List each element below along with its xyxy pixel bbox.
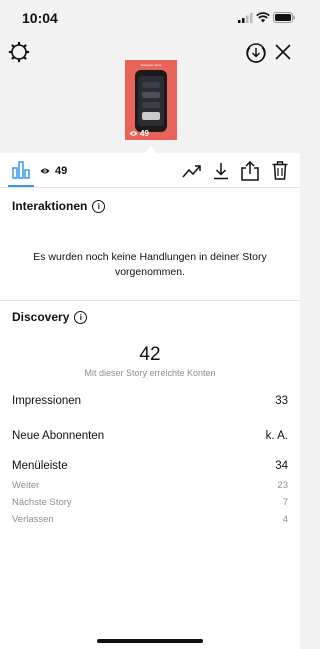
- interactions-empty-message: Es wurden noch keine Handlungen in deine…: [33, 251, 267, 278]
- save-story-button[interactable]: [245, 42, 267, 64]
- close-button[interactable]: [274, 43, 292, 61]
- new-followers-label: Neue Abonnenten: [12, 430, 105, 442]
- trash-icon[interactable]: [272, 161, 288, 180]
- menu-item-value: 4: [282, 514, 288, 525]
- insights-toolbar: 49: [0, 153, 300, 187]
- thumbnail-view-count: 49: [129, 129, 149, 138]
- new-followers-row: Neue Abonnenten k. A.: [12, 430, 288, 442]
- impressions-label: Impressionen: [12, 395, 82, 407]
- menu-item-label: Weiter: [12, 480, 40, 491]
- impressions-row: Impressionen 33: [12, 395, 288, 407]
- settings-button[interactable]: [8, 41, 30, 63]
- view-count[interactable]: 49: [55, 165, 67, 177]
- new-followers-value: k. A.: [265, 430, 288, 442]
- menu-bar-row: Menüleiste 34: [12, 460, 288, 472]
- reach-value: 42: [139, 344, 161, 365]
- list-item: Weiter 23: [12, 480, 288, 491]
- interactions-heading: Interaktionen i: [12, 199, 106, 213]
- eye-icon: [129, 131, 138, 136]
- status-time: 10:04: [22, 10, 58, 26]
- list-item: Verlassen 4: [12, 514, 288, 525]
- download-icon[interactable]: [213, 162, 229, 180]
- close-icon: [275, 44, 291, 60]
- thumbnail-pointer: [145, 146, 157, 153]
- interactions-title: Interaktionen: [12, 199, 88, 213]
- thumbnail-header: instagram story: [140, 63, 162, 67]
- trending-up-icon[interactable]: [182, 163, 202, 179]
- battery-icon: [273, 12, 295, 23]
- menu-item-value: 23: [277, 480, 288, 491]
- menu-bar-value: 34: [275, 460, 288, 472]
- status-bar: 10:04: [0, 0, 300, 34]
- download-circle-icon: [246, 43, 266, 63]
- signal-icon: [238, 13, 253, 23]
- insights-panel: 49 Interaktionen i Es wurden noch keine …: [0, 153, 300, 649]
- divider: [0, 300, 300, 301]
- list-item: Nächste Story 7: [12, 497, 288, 508]
- story-thumbnail[interactable]: instagram story 49: [125, 60, 177, 140]
- menu-bar-label: Menüleiste: [12, 460, 68, 472]
- menu-item-label: Nächste Story: [12, 497, 72, 508]
- menu-item-value: 7: [282, 497, 288, 508]
- reach-label: Mit dieser Story erreichte Konten: [84, 368, 216, 378]
- info-icon[interactable]: i: [92, 199, 106, 213]
- discovery-heading: Discovery i: [12, 310, 88, 324]
- wifi-icon: [256, 12, 270, 23]
- home-indicator[interactable]: [97, 639, 203, 643]
- phone-mockup-image: [135, 70, 167, 132]
- bar-chart-icon[interactable]: [12, 161, 30, 179]
- divider: [0, 187, 300, 188]
- menu-item-label: Verlassen: [12, 514, 54, 525]
- impressions-value: 33: [275, 395, 288, 407]
- eye-icon: [40, 168, 50, 174]
- discovery-title: Discovery: [12, 310, 70, 324]
- info-icon[interactable]: i: [74, 310, 88, 324]
- share-icon[interactable]: [241, 161, 259, 181]
- gear-icon: [8, 41, 30, 63]
